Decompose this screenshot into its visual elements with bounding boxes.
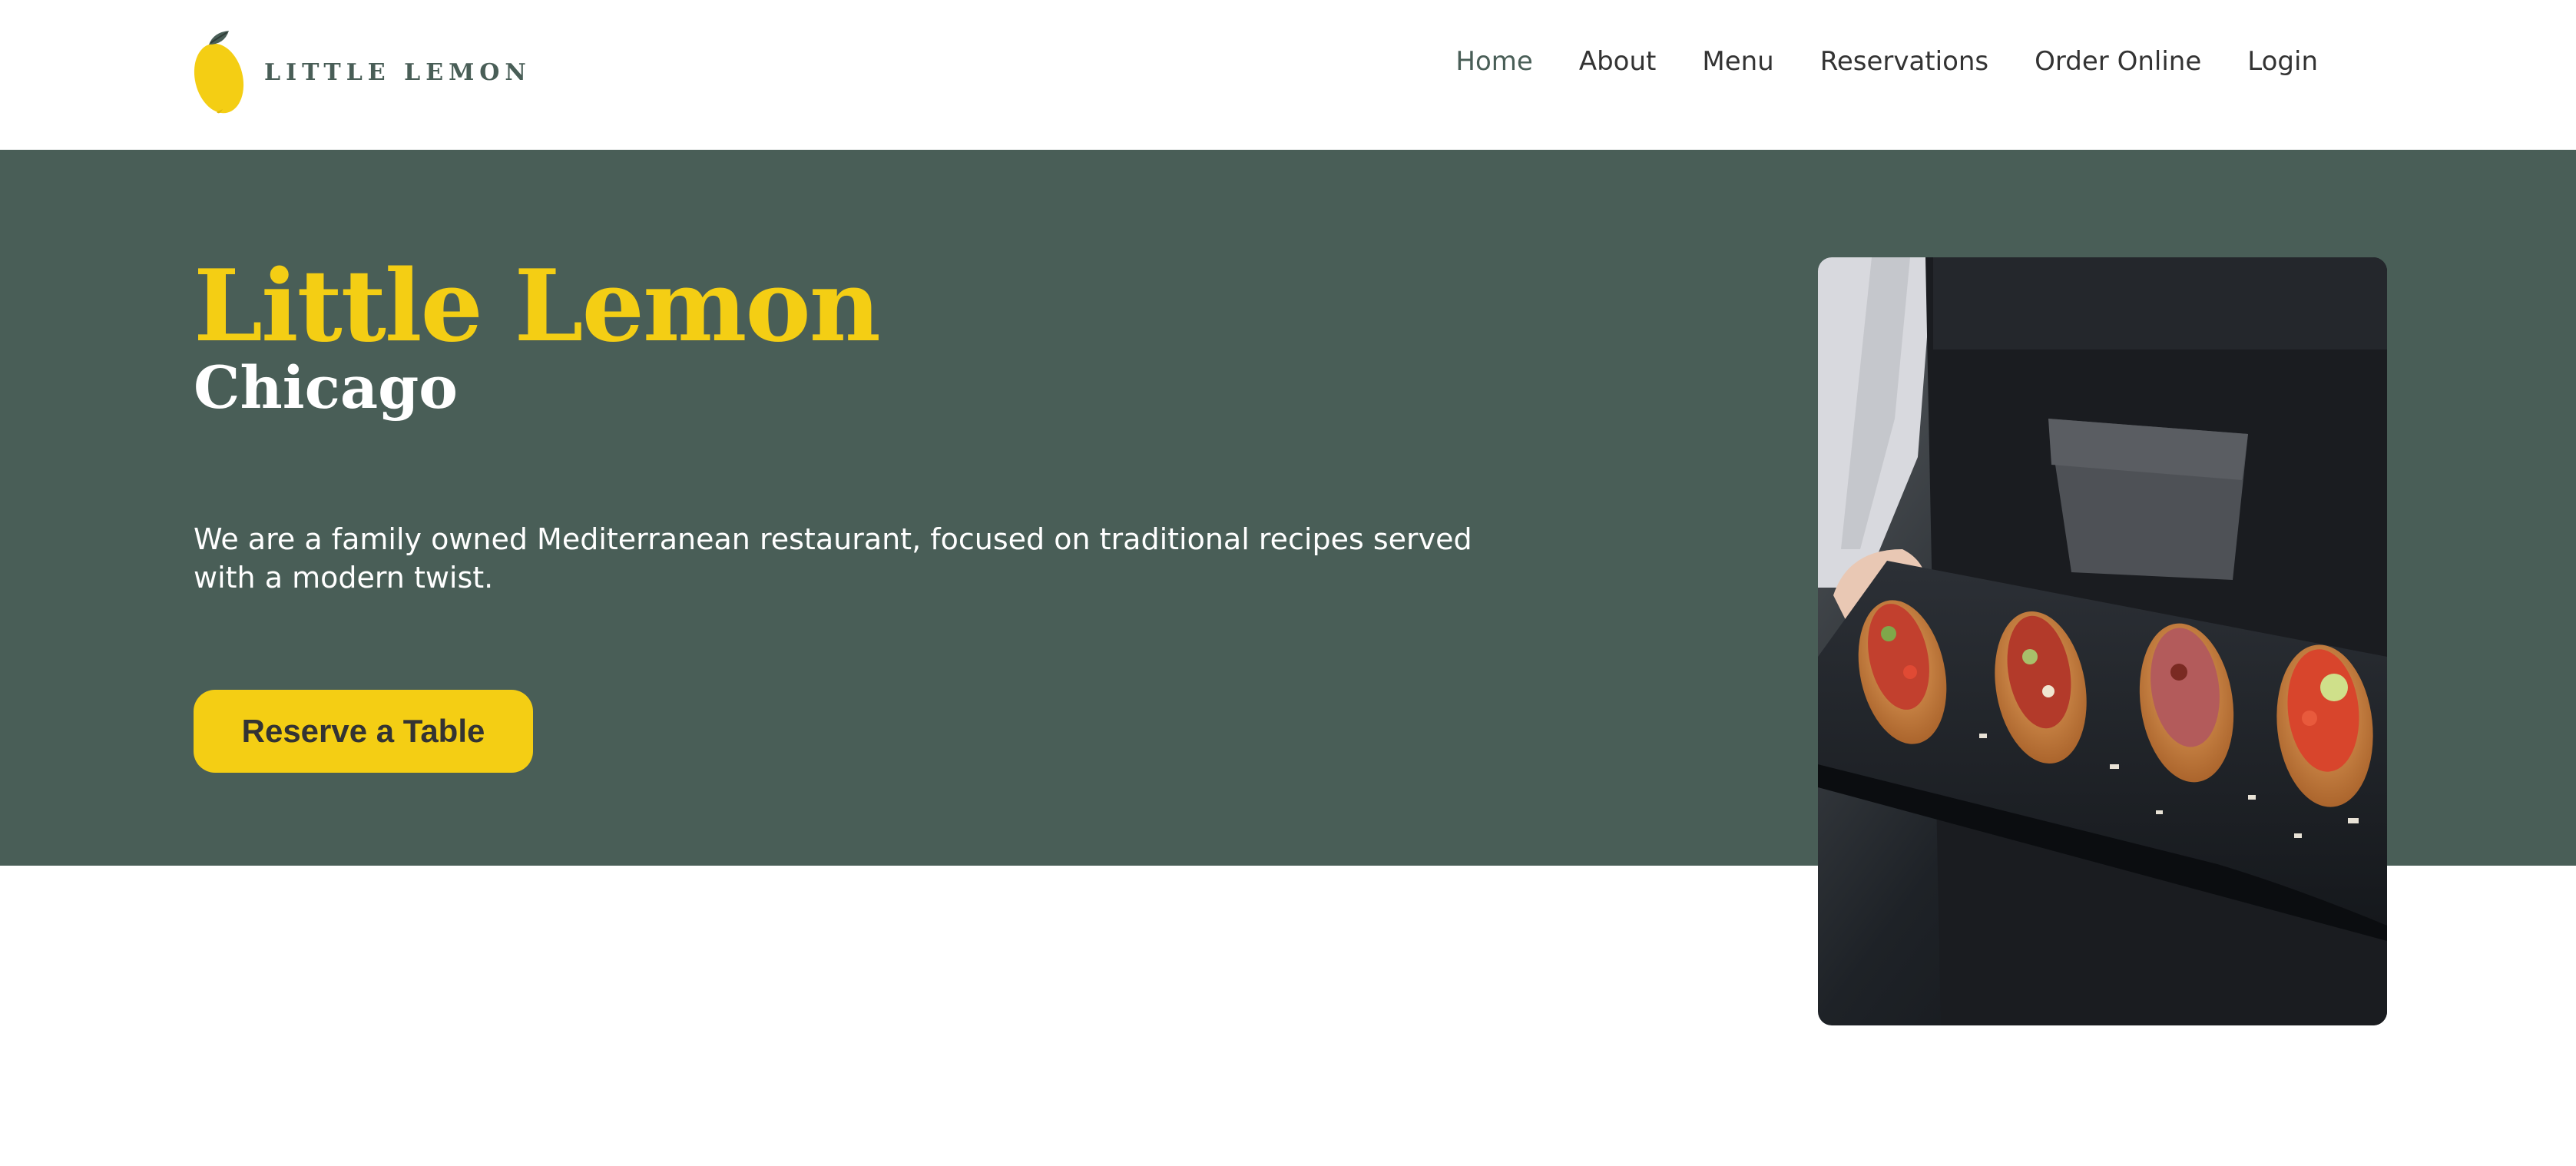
nav-link-login[interactable]: Login [2247, 46, 2318, 77]
site-header: LITTLE LEMON Home About Menu Reservation… [0, 0, 2576, 150]
hero-title: Little Lemon [194, 249, 881, 364]
hero-subtitle: Chicago [194, 353, 458, 422]
nav-link-order-online[interactable]: Order Online [2035, 46, 2201, 77]
nav-link-reservations[interactable]: Reservations [1820, 46, 1988, 77]
nav-link-menu[interactable]: Menu [1702, 46, 1773, 77]
reserve-table-button[interactable]: Reserve a Table [194, 690, 533, 773]
main-nav: Home About Menu Reservations Order Onlin… [1455, 46, 2318, 77]
nav-link-about[interactable]: About [1579, 46, 1657, 77]
nav-link-home[interactable]: Home [1455, 46, 1532, 77]
lemon-icon [194, 31, 244, 114]
chef-serving-bruschetta-photo [1818, 257, 2387, 1025]
hero-image [1818, 257, 2387, 1025]
logo-wordmark: LITTLE LEMON [264, 58, 531, 86]
hero-description: We are a family owned Mediterranean rest… [194, 522, 1472, 595]
site-logo[interactable]: LITTLE LEMON [194, 29, 531, 115]
